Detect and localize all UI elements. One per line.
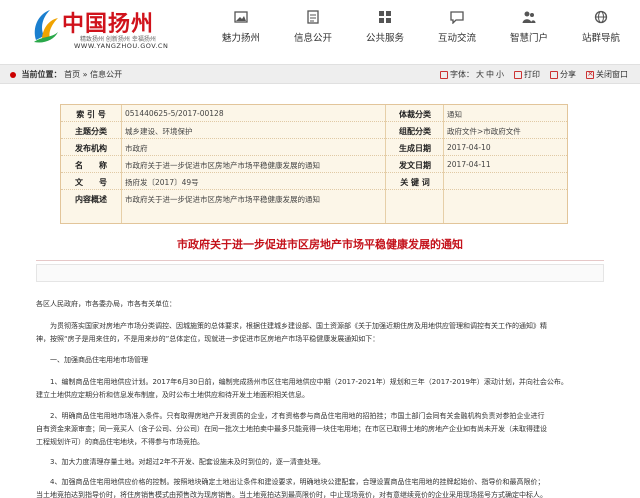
summary-label: 内容概述 bbox=[75, 195, 107, 204]
location-pin-icon bbox=[10, 71, 16, 78]
created-date-value: 2017-04-10 bbox=[447, 143, 491, 152]
font-size-label: 字体： bbox=[450, 70, 474, 79]
table-row: 主题分类 城乡建设、环境保护 组配分类 政府文件>市政府文件 bbox=[61, 122, 567, 139]
index-no-label: 索 引 号 bbox=[76, 110, 106, 119]
nav-label: 公共服务 bbox=[365, 33, 404, 44]
paragraph: 4、加强商品住宅用地供应价格的控制。按照地块确定土地出让条件和建设要求，明确地块… bbox=[50, 478, 545, 486]
close-window-button[interactable]: 关闭窗口 bbox=[586, 69, 628, 80]
share-icon bbox=[550, 70, 558, 79]
site-header: 中国扬州 精致扬州 创新扬州 幸福扬州 WWW.YANGZHOU.GOV.CN … bbox=[0, 0, 640, 52]
nav-label: 魅力扬州 bbox=[221, 33, 260, 44]
chat-icon bbox=[450, 11, 464, 24]
published-date-value: 2017-04-11 bbox=[447, 160, 491, 169]
name-value: 市政府关于进一步促进市区房地产市场平稳健康发展的通知 bbox=[125, 161, 320, 170]
topic-label: 主题分类 bbox=[75, 127, 107, 136]
font-size-tool: 字体： 大 中 小 bbox=[440, 69, 504, 80]
paragraph: 各区人民政府，市各委办局，市各有关单位： bbox=[36, 300, 176, 308]
breadcrumb-label: 当前位置： bbox=[21, 70, 62, 79]
nav-label: 互动交流 bbox=[437, 33, 476, 44]
article-title: 市政府关于进一步促进市区房地产市场平稳健康发展的通知 bbox=[177, 238, 463, 251]
page-tools: 字体： 大 中 小 打印 分享 关闭窗口 bbox=[440, 69, 628, 80]
font-small-button[interactable]: 小 bbox=[496, 69, 504, 80]
issuer-value: 市政府 bbox=[125, 144, 148, 153]
font-medium-button[interactable]: 中 bbox=[486, 69, 494, 80]
close-icon bbox=[586, 69, 594, 79]
nav-item-smart-portal[interactable]: 智慧门户 bbox=[493, 8, 565, 46]
site-url: WWW.YANGZHOU.GOV.CN bbox=[74, 42, 169, 50]
site-logo[interactable]: 中国扬州 精致扬州 创新扬州 幸福扬州 WWW.YANGZHOU.GOV.CN bbox=[30, 4, 170, 50]
main-nav: 魅力扬州 信息公开 公共服务 互动交流 智慧门户 站群导航 bbox=[205, 8, 637, 48]
nav-item-charm[interactable]: 魅力扬州 bbox=[205, 8, 277, 46]
paragraph: 2、明确商品住宅用地市场准入条件。只有取得房地产开发资质的企业，才有资格参与商品… bbox=[50, 412, 545, 420]
keywords-label: 关 键 词 bbox=[400, 178, 430, 187]
doc-no-value: 扬府发〔2017〕49号 bbox=[125, 178, 199, 187]
nav-label: 信息公开 bbox=[293, 33, 332, 44]
nav-label: 站群导航 bbox=[581, 33, 620, 44]
nav-item-info[interactable]: 信息公开 bbox=[277, 8, 349, 46]
issuer-label: 发布机构 bbox=[75, 144, 107, 153]
created-date-label: 生成日期 bbox=[399, 144, 431, 153]
table-row: 索 引 号 051440625-5/2017-00128 体裁分类 通知 bbox=[61, 105, 567, 122]
print-label: 打印 bbox=[524, 70, 540, 79]
nav-label: 智慧门户 bbox=[509, 33, 548, 44]
nav-item-site-group[interactable]: 站群导航 bbox=[565, 8, 637, 46]
people-icon bbox=[522, 11, 536, 23]
paragraph: 工程规划许可）的商品住宅地块，不得参与市场竞拍。 bbox=[36, 438, 204, 446]
genre-label: 体裁分类 bbox=[399, 110, 431, 119]
network-icon bbox=[594, 10, 608, 24]
genre-value: 通知 bbox=[447, 110, 462, 119]
published-date-label: 发文日期 bbox=[399, 161, 431, 170]
document-icon bbox=[307, 10, 319, 24]
table-row: 名 称 市政府关于进一步促进市区房地产市场平稳健康发展的通知 发文日期 2017… bbox=[61, 156, 567, 173]
breadcrumb: 当前位置： 首页 » 信息公开 bbox=[10, 69, 122, 80]
breadcrumb-bar: 当前位置： 首页 » 信息公开 字体： 大 中 小 打印 分享 关闭窗口 bbox=[0, 64, 640, 84]
table-row: 发布机构 市政府 生成日期 2017-04-10 bbox=[61, 139, 567, 156]
name-label: 名 称 bbox=[75, 161, 107, 170]
org-label: 组配分类 bbox=[399, 127, 431, 136]
nav-item-services[interactable]: 公共服务 bbox=[349, 8, 421, 46]
paragraph: 1、编制商品住宅用地供应计划。2017年6月30日前，编制完成扬州市区住宅用地供… bbox=[50, 378, 568, 386]
grid-icon bbox=[379, 11, 391, 23]
paragraph: 为贯彻落实国家对房地产市场分类调控、因城施策的总体要求，根据住建城乡建设部、国土… bbox=[50, 322, 547, 330]
logo-emblem-icon bbox=[34, 10, 58, 43]
paragraph: 神，按照“房子是用来住的，不是用来炒的”总体定位，现就进一步促进市区房地产市场平… bbox=[36, 335, 380, 343]
paragraph: 一、加强商品住宅用地市场管理 bbox=[50, 356, 148, 364]
share-button[interactable]: 分享 bbox=[550, 69, 576, 80]
close-window-label: 关闭窗口 bbox=[596, 70, 628, 79]
topic-value: 城乡建设、环境保护 bbox=[125, 127, 193, 136]
paragraph: 当土地竞拍达到指导价时，将住房销售模式由预售改为现房销售。当土地竞拍达到最高限价… bbox=[36, 491, 547, 498]
summary-value: 市政府关于进一步促进市区房地产市场平稳健康发展的通知 bbox=[125, 195, 320, 204]
document-meta-table: 索 引 号 051440625-5/2017-00128 体裁分类 通知 主题分… bbox=[60, 104, 568, 224]
paragraph: 自有资金来源审查；同一竞买人（含子公司、分公司）在同一批次土地拍卖中最多只能竞得… bbox=[36, 425, 547, 433]
index-no-value: 051440625-5/2017-00128 bbox=[125, 109, 224, 118]
breadcrumb-separator: » bbox=[82, 70, 88, 79]
table-row: 文 号 扬府发〔2017〕49号 关 键 词 bbox=[61, 173, 567, 190]
share-label: 分享 bbox=[560, 70, 576, 79]
print-icon bbox=[514, 70, 522, 79]
paragraph: 3、加大力度清理存量土地。对超过2年不开发、配套设施未及时到位的，逐一清查处理。 bbox=[50, 458, 325, 466]
paragraph: 建立土地供应定期分析和信息发布制度，及时公布土地供应和待开发土地面积相关信息。 bbox=[36, 391, 309, 399]
title-divider bbox=[36, 260, 604, 261]
audio-player-placeholder bbox=[36, 264, 604, 282]
doc-no-label: 文 号 bbox=[75, 178, 107, 187]
print-button[interactable]: 打印 bbox=[514, 69, 540, 80]
table-row: 内容概述 市政府关于进一步促进市区房地产市场平稳健康发展的通知 bbox=[61, 190, 567, 223]
org-value: 政府文件>市政府文件 bbox=[447, 127, 521, 136]
breadcrumb-home-link[interactable]: 首页 bbox=[64, 70, 80, 79]
nav-item-interaction[interactable]: 互动交流 bbox=[421, 8, 493, 46]
font-large-button[interactable]: 大 bbox=[476, 69, 484, 80]
breadcrumb-current-link[interactable]: 信息公开 bbox=[90, 70, 122, 79]
picture-icon bbox=[234, 11, 248, 23]
font-size-icon bbox=[440, 70, 448, 79]
